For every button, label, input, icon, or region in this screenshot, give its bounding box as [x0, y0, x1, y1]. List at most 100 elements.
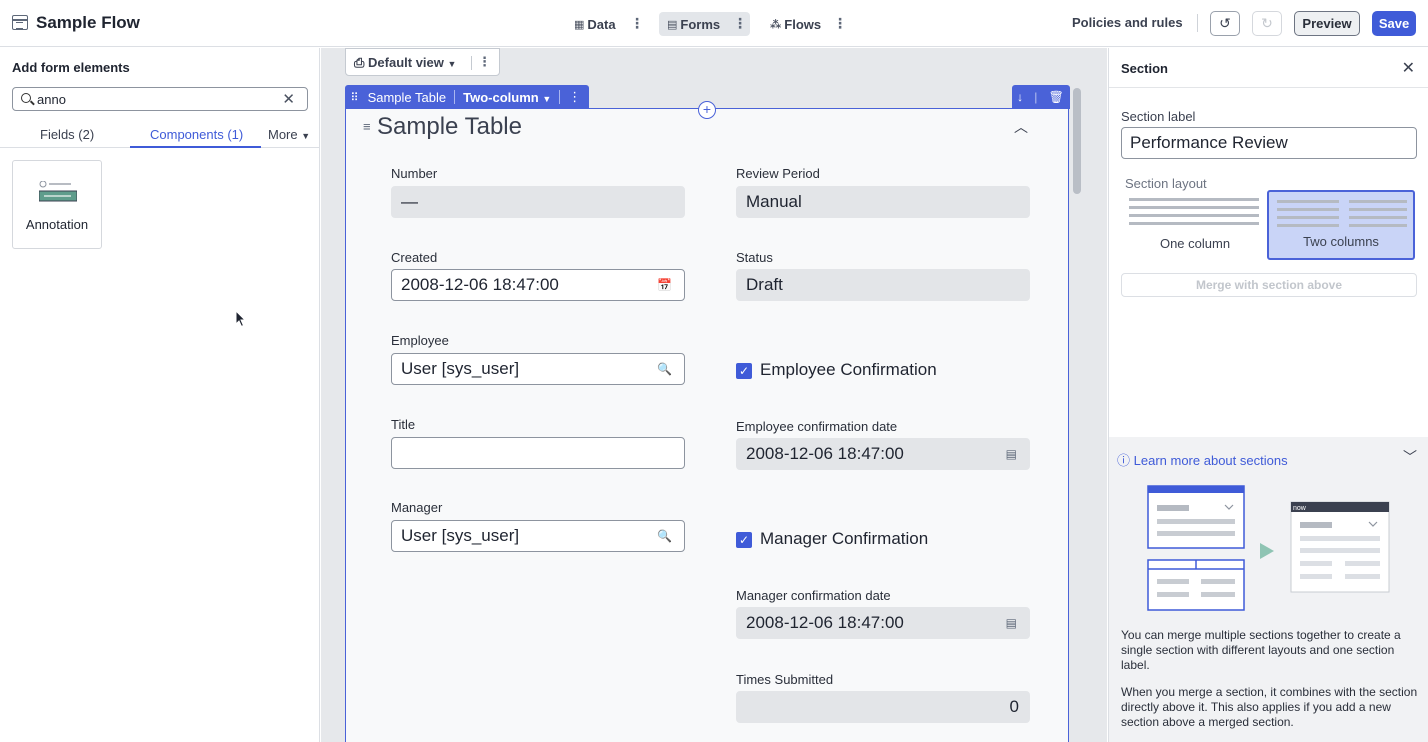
- calendar-clock-icon[interactable]: 📅: [657, 270, 672, 300]
- panel-title: Add form elements: [12, 60, 130, 75]
- status-label: Status: [736, 250, 773, 265]
- redo-icon: ↻: [1261, 15, 1273, 31]
- number-value: —: [401, 192, 418, 211]
- move-down-icon[interactable]: ↓: [1017, 90, 1023, 104]
- preview-button[interactable]: Preview: [1294, 11, 1360, 36]
- employee-value: User [sys_user]: [401, 359, 520, 378]
- forms-icon: ▤: [667, 18, 678, 31]
- learn-more-label: Learn more about sections: [1133, 453, 1288, 468]
- merge-help-paragraph-2: When you merge a section, it combines wi…: [1121, 685, 1418, 729]
- search-icon[interactable]: 🔍: [657, 521, 672, 551]
- view-more-icon[interactable]: ⋮: [478, 54, 491, 70]
- section-label-input[interactable]: Performance Review: [1121, 127, 1417, 159]
- tab-data-label: Data: [587, 16, 616, 32]
- view-name: Default view: [368, 55, 444, 70]
- undo-icon: ↺: [1219, 15, 1231, 31]
- title-label: Title: [391, 417, 416, 432]
- section-layout-dropdown[interactable]: Two-column ▼: [463, 90, 551, 105]
- top-bar: Sample Flow ▦ Data ⋮ ▤ Forms ⋮ ⁂ Flows ⋮…: [0, 0, 1428, 47]
- search-input[interactable]: anno ✕: [12, 87, 308, 111]
- learn-more-link[interactable]: ⓘ Learn more about sections: [1117, 450, 1288, 469]
- tab-data[interactable]: ▦ Data: [566, 12, 624, 36]
- created-label: Created: [391, 250, 438, 265]
- drag-grip-icon[interactable]: ⠿: [351, 91, 359, 104]
- collapse-chevron-icon[interactable]: ︿: [1014, 117, 1028, 137]
- mouse-cursor-icon: [235, 310, 247, 328]
- flows-icon: ⁂: [770, 18, 782, 31]
- manager-value: User [sys_user]: [401, 526, 520, 545]
- times-submitted-value: 0: [1009, 697, 1019, 716]
- data-more-icon[interactable]: ⋮: [630, 13, 644, 33]
- review-period-field: Manual: [736, 186, 1030, 218]
- component-annotation[interactable]: Annotation: [12, 160, 102, 249]
- times-submitted-field: 0: [736, 691, 1030, 723]
- table-icon: ▦: [574, 18, 585, 31]
- section-layout-caption: Section layout: [1125, 176, 1207, 191]
- title-field[interactable]: [391, 437, 685, 469]
- now-badge: now: [1293, 505, 1307, 512]
- manager-confirmation-checkbox[interactable]: ✓: [736, 532, 752, 548]
- info-icon: ⓘ: [1117, 453, 1131, 468]
- undo-button[interactable]: ↺: [1210, 11, 1240, 36]
- one-column-icon: [1129, 198, 1259, 228]
- tab-fields[interactable]: Fields (2): [40, 127, 94, 142]
- review-period-label: Review Period: [736, 166, 820, 181]
- employee-confirmation-date-field: 2008-12-06 18:47:00 ▤: [736, 438, 1030, 470]
- tab-more-label: More: [268, 127, 298, 142]
- merge-help-paragraph-1: You can merge multiple sections together…: [1121, 628, 1401, 672]
- add-section-button[interactable]: +: [698, 101, 716, 119]
- employee-label: Employee: [391, 333, 449, 348]
- delete-icon[interactable]: 🗑: [1049, 90, 1064, 104]
- manager-field[interactable]: User [sys_user] 🔍: [391, 520, 685, 552]
- clear-search-icon[interactable]: ✕: [282, 90, 295, 108]
- search-icon[interactable]: 🔍: [657, 354, 672, 384]
- check-icon: ✓: [738, 364, 750, 378]
- manager-label: Manager: [391, 500, 443, 515]
- created-value: 2008-12-06 18:47:00: [401, 275, 559, 294]
- panel-header: Section ✕: [1109, 48, 1428, 88]
- section-label-caption: Section label: [1121, 109, 1196, 124]
- employee-confirmation-date-label: Employee confirmation date: [736, 419, 898, 434]
- canvas-scrollbar[interactable]: [1073, 88, 1081, 194]
- tab-flows[interactable]: ⁂ Flows: [762, 12, 829, 36]
- search-icon: [21, 93, 31, 103]
- layout-option-one-column[interactable]: One column: [1121, 190, 1269, 260]
- drag-handle-icon[interactable]: ≡: [363, 119, 371, 134]
- active-tab-indicator: [130, 146, 261, 148]
- annotation-icon: [39, 181, 77, 202]
- close-icon[interactable]: ✕: [1402, 58, 1415, 78]
- employee-field[interactable]: User [sys_user] 🔍: [391, 353, 685, 385]
- employee-confirmation-label: Employee Confirmation: [760, 360, 937, 379]
- employee-confirmation-checkbox[interactable]: ✓: [736, 363, 752, 379]
- forms-more-icon[interactable]: ⋮: [733, 13, 747, 33]
- chevron-down-icon[interactable]: ﹀: [1403, 447, 1417, 467]
- app-form-icon: [12, 15, 28, 30]
- layout-option-two-columns[interactable]: Two columns: [1267, 190, 1415, 260]
- redo-button[interactable]: ↻: [1252, 11, 1282, 36]
- form-section[interactable]: ⠿ Sample Table Two-column ▼ ⋮ ↓ | 🗑 + ≡ …: [344, 85, 1070, 742]
- created-field[interactable]: 2008-12-06 18:47:00 📅: [391, 269, 685, 301]
- view-selector[interactable]: ⎙ Default view ▼ ⋮: [345, 48, 500, 76]
- status-value: Draft: [746, 275, 783, 294]
- flows-more-icon[interactable]: ⋮: [833, 13, 847, 33]
- component-label: Annotation: [25, 217, 89, 232]
- two-columns-icon-right: [1349, 200, 1407, 230]
- policies-and-rules-link[interactable]: Policies and rules: [1072, 15, 1183, 30]
- manager-confirmation-date-field: 2008-12-06 18:47:00 ▤: [736, 607, 1030, 639]
- layout-option-label: Two columns: [1303, 234, 1379, 249]
- plus-icon: +: [702, 101, 712, 117]
- tab-more[interactable]: More ▼: [268, 127, 310, 142]
- form-title: Sample Table: [377, 113, 522, 140]
- section-layout-label: Two-column: [463, 89, 539, 105]
- tab-components[interactable]: Components (1): [150, 127, 243, 142]
- manager-confirmation-date-label: Manager confirmation date: [736, 588, 891, 603]
- save-button[interactable]: Save: [1372, 11, 1416, 36]
- merge-sections-illustration: now: [1147, 485, 1390, 611]
- calendar-icon: ▤: [1005, 616, 1017, 630]
- merge-with-section-above-button[interactable]: Merge with section above: [1121, 273, 1417, 297]
- panel-title: Section: [1121, 61, 1168, 76]
- divider: [471, 56, 472, 70]
- section-more-icon[interactable]: ⋮: [568, 89, 581, 105]
- two-columns-icon: [1277, 200, 1339, 230]
- number-field: —: [391, 186, 685, 218]
